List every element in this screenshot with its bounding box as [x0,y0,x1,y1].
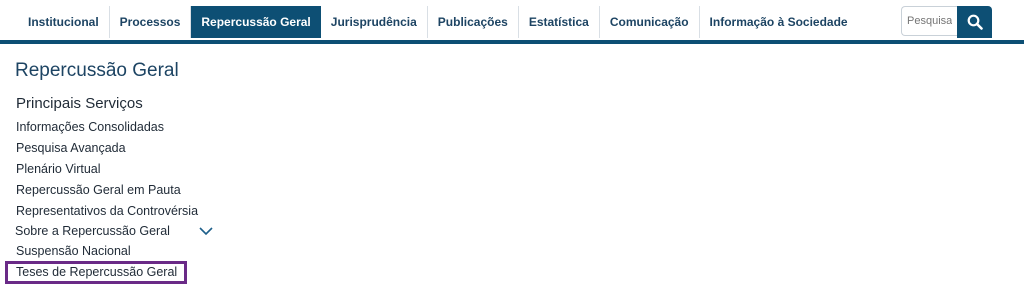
menu-item-plenario-virtual[interactable]: Plenário Virtual [16,162,101,176]
search-icon [967,14,983,30]
search-button[interactable] [957,6,992,38]
top-navigation: Institucional Processos Repercussão Gera… [0,0,1024,44]
search-input[interactable] [902,7,957,35]
nav-item-comunicacao[interactable]: Comunicação [600,6,700,38]
nav-item-processos[interactable]: Processos [110,6,192,38]
nav-item-publicacoes[interactable]: Publicações [428,6,519,38]
nav-item-repercussao-geral[interactable]: Repercussão Geral [191,6,321,38]
nav-item-institucional[interactable]: Institucional [18,6,110,38]
highlight-box [5,261,187,284]
nav-item-estatistica[interactable]: Estatística [519,6,600,38]
menu-item-suspensao-nacional[interactable]: Suspensão Nacional [16,244,131,258]
page-title: Repercussão Geral [15,60,179,81]
menu-item-informacoes-consolidadas[interactable]: Informações Consolidadas [16,120,164,134]
nav-item-informacao-sociedade[interactable]: Informação à Sociedade [700,6,858,38]
menu-item-representativos-controversia[interactable]: Representativos da Controvérsia [16,204,198,218]
search-box [901,6,957,36]
menu-item-repercussao-geral-em-pauta[interactable]: Repercussão Geral em Pauta [16,183,181,197]
chevron-down-icon[interactable] [198,225,214,237]
section-title: Principais Serviços [16,95,143,112]
nav-item-jurisprudencia[interactable]: Jurisprudência [321,6,428,38]
main-menu: Institucional Processos Repercussão Gera… [18,6,858,38]
menu-item-pesquisa-avancada[interactable]: Pesquisa Avançada [16,141,126,155]
menu-item-sobre-repercussao-geral[interactable]: Sobre a Repercussão Geral [15,224,170,238]
